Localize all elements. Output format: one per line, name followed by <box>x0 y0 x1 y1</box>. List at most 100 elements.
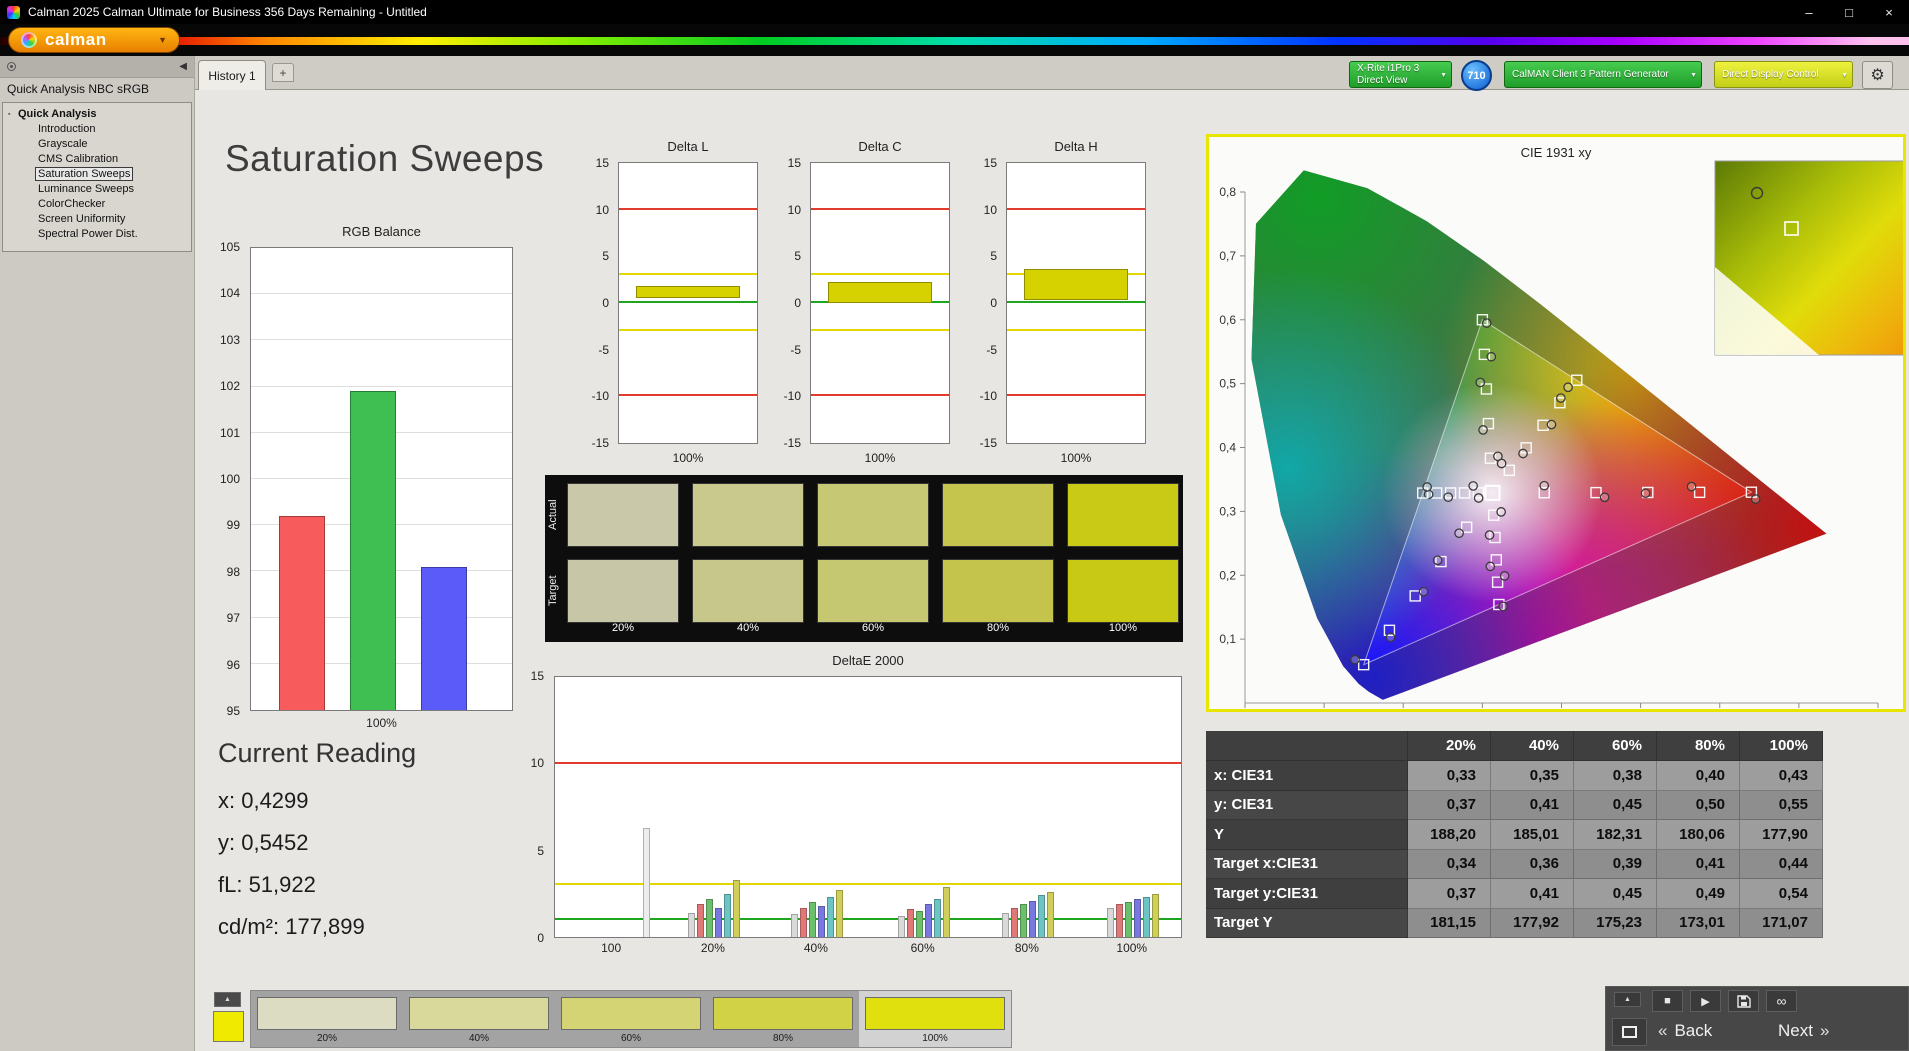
deltae-bar <box>826 897 834 937</box>
sidebar-item-grayscale[interactable]: Grayscale <box>3 137 191 152</box>
deltae-bar <box>933 898 941 937</box>
gear-icon: ⚙ <box>1870 67 1885 84</box>
current-reading-title: Current Reading <box>218 738 417 768</box>
sidebar-item-quick-analysis[interactable]: ▪ Quick Analysis <box>3 107 191 122</box>
tab-history-1[interactable]: History 1 <box>198 60 266 90</box>
table-cell: 0,44 <box>1740 849 1823 879</box>
cie-diagram: 00,10,20,30,40,50,60,70,80,10,20,30,40,5… <box>1219 160 1903 708</box>
delta-c-title: Delta C <box>858 139 902 154</box>
deltae-bar <box>642 827 650 937</box>
pattern-40%[interactable]: 40% <box>403 991 555 1047</box>
table-cell: 177,90 <box>1740 820 1823 850</box>
pattern-60%[interactable]: 60% <box>555 991 707 1047</box>
workflow-tree: ▪ Quick Analysis Introduction Grayscale CM… <box>2 102 192 252</box>
deltae-bar <box>1010 907 1018 937</box>
patch-up-button[interactable]: ▲ <box>214 992 241 1007</box>
axis-tick-label: -10 <box>783 389 801 404</box>
pattern-20%[interactable]: 20% <box>251 991 403 1047</box>
table-cell: 0,37 <box>1408 879 1491 909</box>
cie-measured-yellow <box>1496 458 1507 469</box>
cie-zoom-inset <box>1714 160 1903 356</box>
sidebar-item-cms-calibration[interactable]: CMS Calibration <box>3 152 191 167</box>
meter-line1: X-Rite i1Pro 3 <box>1357 63 1420 74</box>
deltae-bar <box>1046 891 1054 937</box>
axis-tick-label: 10 <box>595 202 609 217</box>
table-row: Target Y 181,15 177,92 175,23 173,01 171,07 <box>1206 908 1824 938</box>
green-limit-line <box>1007 301 1145 303</box>
yellow-limit-line <box>811 329 949 331</box>
axis-tick-label: 5 <box>990 249 997 264</box>
deltae-bar <box>942 886 950 937</box>
cie-measured-red <box>1599 492 1610 503</box>
delta-c-xlabel: 100% <box>864 451 896 465</box>
add-tab-button[interactable]: + <box>272 63 294 82</box>
delta-bar <box>827 282 933 303</box>
tab-bar: History 1 + X-Rite i1Pro 3 Direct View ▼… <box>0 56 1909 91</box>
title-bar: Calman 2025 Calman Ultimate for Business… <box>0 0 1909 24</box>
nav-dot-icon[interactable] <box>7 62 16 71</box>
pattern-source-button[interactable]: CalMAN Client 3 Pattern Generator ▼ <box>1504 61 1702 88</box>
axis-tick-label: -15 <box>591 436 609 450</box>
sidebar-item-saturation-sweeps[interactable]: Saturation Sweeps <box>3 167 191 182</box>
table-cell: 0,36 <box>1491 849 1574 879</box>
axis-tick-label: 100% <box>1116 941 1148 955</box>
meter-status-badge[interactable]: 710 <box>1461 60 1492 91</box>
cie-measured-blue <box>1454 528 1464 539</box>
sidebar-item-colorchecker[interactable]: ColorChecker <box>3 197 191 212</box>
pattern-window-button[interactable] <box>1612 1018 1647 1046</box>
axis-tick-label: 0,4 <box>1219 441 1236 455</box>
meter-button[interactable]: X-Rite i1Pro 3 Direct View ▼ <box>1349 61 1452 88</box>
table-cell: 0,50 <box>1657 790 1740 820</box>
transport-up-button[interactable]: ▲ <box>1614 992 1641 1007</box>
reading-x: x: 0,4299 <box>218 788 309 813</box>
settings-button[interactable]: ⚙ <box>1862 61 1893 89</box>
axis-tick-label: 100 <box>601 941 622 955</box>
display-control-button[interactable]: Direct Display Control ▼ <box>1714 61 1853 88</box>
play-button[interactable]: ▶ <box>1690 990 1721 1012</box>
maximize-button[interactable]: □ <box>1829 5 1869 20</box>
sidebar-item-label: Introduction <box>38 123 96 135</box>
table-header-cell: 40% <box>1491 731 1574 761</box>
axis-tick-label: 15 <box>595 156 609 170</box>
pattern-label: 60% <box>620 1033 641 1044</box>
pattern-swatch <box>561 997 701 1030</box>
sidebar-item-luminance-sweeps[interactable]: Luminance Sweeps <box>3 182 191 197</box>
minimize-button[interactable]: – <box>1789 5 1829 20</box>
save-button[interactable] <box>1728 990 1759 1012</box>
axis-tick-label: -5 <box>986 342 997 357</box>
table-cell: 171,07 <box>1740 908 1823 938</box>
stop-button[interactable]: ■ <box>1652 990 1683 1012</box>
continuous-read-button[interactable]: ∞ <box>1766 990 1797 1012</box>
deltae-bar <box>924 904 932 937</box>
deltae-bar <box>705 898 713 937</box>
axis-tick-label: 101 <box>219 425 240 440</box>
row-label: Target x:CIE31 <box>1206 849 1408 879</box>
actual-swatch-60% <box>817 483 929 547</box>
collapse-sidebar-icon[interactable]: ◀ <box>179 61 187 72</box>
pattern-80%[interactable]: 80% <box>707 991 859 1047</box>
sidebar-item-screen-uniformity[interactable]: Screen Uniformity <box>3 212 191 227</box>
deltae-bar <box>790 914 798 937</box>
save-icon <box>1736 994 1751 1008</box>
calman-logo-button[interactable]: calman ▼ <box>8 27 180 53</box>
deltae-bar <box>1124 902 1132 937</box>
table-cell: 0,39 <box>1574 849 1657 879</box>
next-button[interactable]: Next » <box>1778 1021 1829 1041</box>
axis-tick-label: 20% <box>700 941 725 955</box>
sidebar-item-introduction[interactable]: Introduction <box>3 122 191 137</box>
axis-tick-label: 0 <box>602 296 609 310</box>
axis-tick-label: 0 <box>537 931 544 945</box>
table-cell: 180,06 <box>1657 820 1740 850</box>
sidebar-item-spectral-power-dist[interactable]: Spectral Power Dist. <box>3 227 191 242</box>
table-cell: 177,92 <box>1491 908 1574 938</box>
deltae-plot <box>554 676 1182 938</box>
pattern-label: 40% <box>468 1033 489 1044</box>
axis-tick-label: 98 <box>226 564 240 579</box>
pattern-100%[interactable]: 100% <box>859 991 1011 1047</box>
red-limit-line <box>811 394 949 397</box>
table-cell: 0,33 <box>1408 761 1491 791</box>
pattern-swatch <box>713 997 853 1030</box>
close-button[interactable]: × <box>1869 5 1909 20</box>
gridline <box>251 293 512 295</box>
back-button[interactable]: « Back <box>1658 1021 1712 1041</box>
